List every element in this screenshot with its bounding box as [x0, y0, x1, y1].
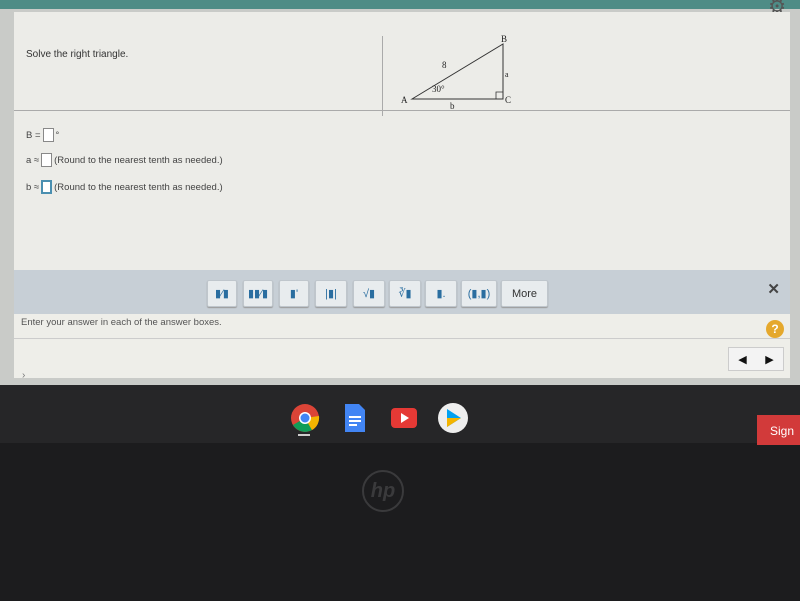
answer-row-b: b ≈ (Round to the nearest tenth as neede…: [26, 180, 223, 194]
navigation: ◀ ▶: [728, 347, 784, 371]
nth-root-icon[interactable]: ∛▮: [389, 280, 421, 307]
answer-row-B: B = °: [26, 128, 59, 142]
vertex-c: C: [505, 95, 511, 105]
answer-input-B[interactable]: [42, 128, 54, 142]
answer-hint: (Round to the nearest tenth as needed.): [54, 181, 223, 193]
vertex-a: A: [401, 95, 408, 105]
top-bar: [0, 0, 800, 9]
prev-icon[interactable]: ◀: [738, 353, 746, 366]
answer-hint: (Round to the nearest tenth as needed.): [54, 154, 223, 166]
screen: ⚙ Solve the right triangle. A B C 8 30° …: [0, 0, 800, 385]
absolute-value-icon[interactable]: |▮|: [315, 280, 347, 307]
side-a-label: a: [505, 70, 509, 79]
chevron-right-icon[interactable]: ›: [22, 370, 25, 381]
divider: [382, 36, 383, 116]
sign-in-button[interactable]: Sign: [757, 415, 800, 445]
math-toolbar: ▮⁄▮ ▮▮⁄▮ ▮' |▮| √▮ ∛▮ ▮. (▮,▮) More ✕: [14, 270, 790, 314]
mixed-number-icon[interactable]: ▮▮⁄▮: [243, 280, 273, 307]
answer-row-a: a ≈ (Round to the nearest tenth as neede…: [26, 153, 223, 167]
more-button[interactable]: More: [501, 280, 548, 307]
divider: [14, 338, 790, 339]
exponent-icon[interactable]: ▮': [279, 280, 309, 307]
active-indicator: [298, 434, 310, 436]
next-icon[interactable]: ▶: [765, 353, 773, 366]
play-store-icon[interactable]: [438, 403, 468, 433]
vertex-b: B: [501, 34, 507, 44]
fraction-icon[interactable]: ▮⁄▮: [207, 280, 237, 307]
answer-input-a[interactable]: [41, 153, 53, 167]
youtube-icon[interactable]: [389, 403, 419, 433]
ordered-pair-icon[interactable]: (▮,▮): [461, 280, 497, 307]
hp-logo: hp: [362, 470, 404, 512]
question-panel: Solve the right triangle. A B C 8 30° a …: [14, 12, 790, 270]
help-icon[interactable]: ?: [766, 320, 784, 338]
decimal-icon[interactable]: ▮.: [425, 280, 457, 307]
square-root-icon[interactable]: √▮: [353, 280, 385, 307]
answer-label: B =: [26, 129, 41, 141]
close-icon[interactable]: ✕: [767, 280, 780, 298]
side-b-label: b: [450, 101, 455, 111]
answer-input-b[interactable]: [41, 180, 53, 194]
degree-unit: °: [55, 129, 60, 141]
answer-label: b ≈: [26, 181, 40, 193]
question-prompt: Solve the right triangle.: [26, 49, 129, 60]
help-panel: Enter your answer in each of the answer …: [14, 314, 790, 378]
hypotenuse-label: 8: [442, 60, 447, 70]
angle-label: 30°: [432, 84, 445, 94]
docs-icon[interactable]: [340, 403, 370, 433]
triangle-figure: A B C 8 30° a b: [401, 34, 511, 111]
answer-label: a ≈: [26, 154, 40, 166]
help-text: Enter your answer in each of the answer …: [21, 317, 222, 328]
chrome-icon[interactable]: [290, 403, 320, 433]
